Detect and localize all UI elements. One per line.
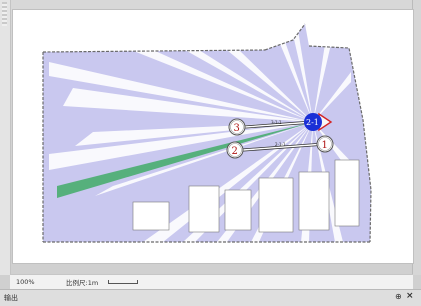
edge-label-2-1: 2-1-1 bbox=[275, 142, 286, 147]
occupancy-map[interactable]: 3-1-1 2-1-1 3 2 1 2-1 bbox=[13, 10, 413, 263]
left-gutter bbox=[0, 0, 11, 275]
resize-grip[interactable] bbox=[2, 2, 7, 26]
graph-node-1[interactable]: 1 bbox=[316, 135, 334, 153]
node-label-2: 2 bbox=[232, 146, 238, 157]
status-bar: 100% 比例尺:1m bbox=[10, 274, 413, 289]
robot-label: 2-1 bbox=[306, 118, 319, 127]
node-label-1: 1 bbox=[322, 140, 328, 151]
edge-label-3-robot: 3-1-1 bbox=[271, 120, 282, 125]
pin-icon[interactable]: ⊕ bbox=[395, 292, 402, 301]
scale-bar-icon bbox=[108, 280, 139, 284]
map-canvas[interactable]: 3-1-1 2-1-1 3 2 1 2-1 bbox=[12, 9, 414, 264]
output-panel: 输出 ⊕ × bbox=[0, 289, 421, 306]
graph-node-2[interactable]: 2 bbox=[226, 141, 244, 159]
node-label-3: 3 bbox=[234, 123, 240, 134]
close-icon[interactable]: × bbox=[406, 291, 414, 301]
graph-node-3[interactable]: 3 bbox=[228, 118, 246, 136]
zoom-level: 100% bbox=[16, 278, 35, 286]
output-panel-title: 输出 bbox=[4, 294, 18, 302]
scale-label: 比例尺:1m bbox=[66, 279, 99, 287]
map-window: 3-1-1 2-1-1 3 2 1 2-1 100% 比例尺:1m 输出 ⊕ × bbox=[0, 0, 421, 306]
